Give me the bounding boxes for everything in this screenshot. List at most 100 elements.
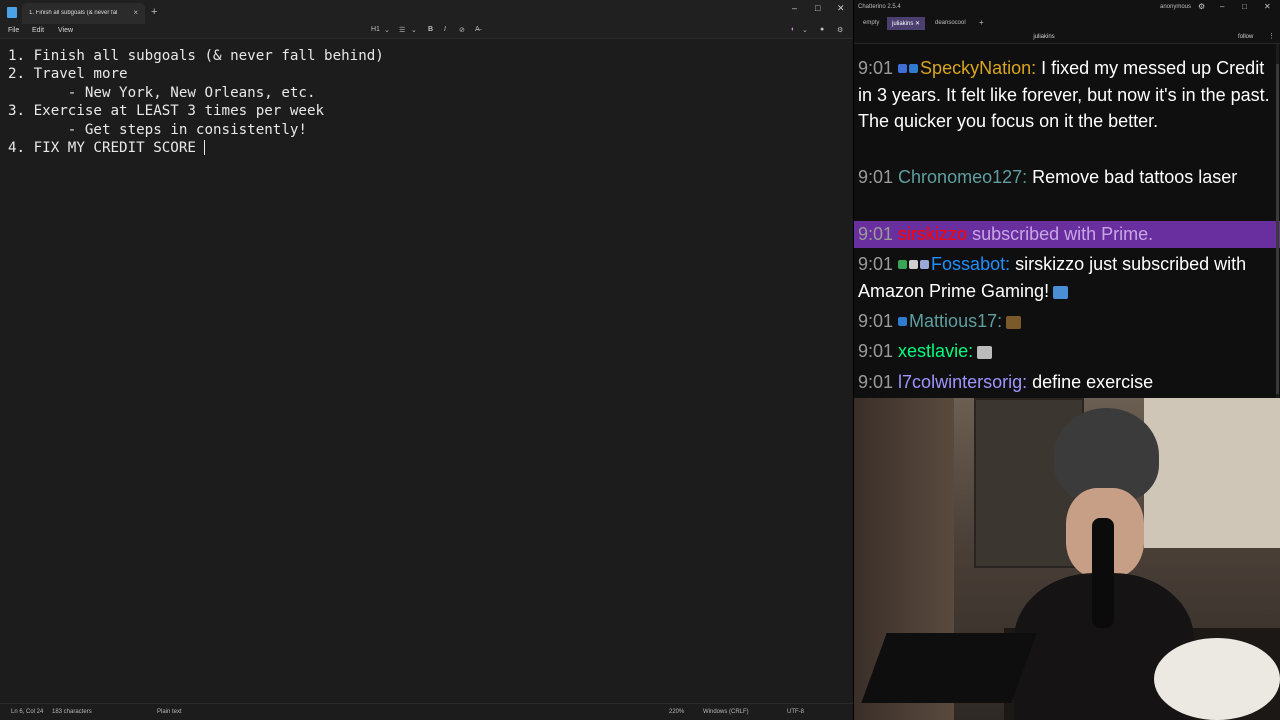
account-icon[interactable]: ●	[820, 26, 824, 33]
minimize-button[interactable]: –	[792, 3, 797, 13]
channel-name: juliakins	[1033, 34, 1055, 40]
list-icon[interactable]: ☰	[399, 26, 405, 34]
message-timestamp: 9:01	[858, 224, 894, 244]
zoom-level[interactable]: 220%	[669, 709, 684, 715]
chat-message: 9:01 Chronomeo127: Remove bad tattoos las…	[858, 164, 1270, 191]
message-text: subscribed with Prime.	[967, 224, 1154, 244]
cursor-position: Ln 6, Col 24	[11, 709, 44, 715]
user-badge-icon[interactable]	[898, 260, 908, 269]
bold-button[interactable]: B	[428, 26, 433, 33]
editor-line: 1. Finish all subgoals (& never fall beh…	[8, 48, 384, 64]
webcam-microphone	[1092, 518, 1114, 628]
chat-scrollbar[interactable]	[1276, 44, 1279, 398]
clear-formatting-icon[interactable]: A̶	[475, 26, 480, 33]
more-options-icon[interactable]: ⋮	[1268, 32, 1275, 40]
maximize-button[interactable]: □	[815, 3, 820, 13]
gear-icon[interactable]: ⚙	[1198, 2, 1205, 11]
chevron-down-icon[interactable]: ⌄	[411, 26, 417, 34]
chat-app-title: Chatterino 2.5.4	[858, 4, 901, 10]
maximize-button[interactable]: □	[1242, 2, 1247, 11]
copilot-icon[interactable]: ◐	[791, 26, 795, 33]
message-timestamp: 9:01	[858, 58, 894, 78]
message-username[interactable]: l7colwintersorig:	[898, 372, 1027, 392]
close-button[interactable]: ✕	[837, 3, 845, 14]
notepad-statusbar: Ln 6, Col 24 183 characters Plain text 2…	[0, 703, 853, 720]
chat-account[interactable]: anonymous	[1160, 4, 1191, 10]
editor-line-current: 4. FIX MY CREDIT SCORE	[8, 139, 384, 157]
user-badge-icon[interactable]	[898, 317, 908, 326]
format-indicator[interactable]: Plain text	[157, 709, 182, 715]
message-text: Remove bad tattoos laser	[1027, 167, 1238, 187]
chat-message: 9:01 l7colwintersorig: define exercise	[858, 369, 1270, 396]
webcam-keyboard	[861, 633, 1037, 703]
heading-button[interactable]: H1	[371, 26, 380, 33]
chevron-down-icon[interactable]: ⌄	[802, 26, 808, 34]
text-caret	[204, 140, 206, 156]
follow-button[interactable]: follow	[1238, 34, 1253, 40]
add-tab-button[interactable]: +	[974, 17, 989, 30]
message-timestamp: 9:01	[858, 311, 894, 331]
webcam-cabinet	[1144, 398, 1280, 548]
notepad-menubar: File Edit View H1 ⌄ ☰ ⌄ B I ⊘ A̶ ◐ ⌄ ● ⚙	[0, 24, 853, 39]
notepad-tab[interactable]: 1. Finish all subgoals (& never fal ×	[22, 3, 145, 24]
minimize-button[interactable]: –	[1220, 2, 1224, 11]
chat-header: juliakins follow ⋮	[854, 30, 1280, 44]
message-timestamp: 9:01	[858, 254, 894, 274]
editor-line: - New York, New Orleans, etc.	[8, 84, 316, 101]
chat-message: 9:01 SpeckyNation: I fixed my messed up C…	[858, 55, 1270, 135]
chevron-down-icon[interactable]: ⌄	[384, 26, 390, 34]
message-username[interactable]: xestlavie:	[898, 341, 973, 361]
chat-sub-notice: 9:01 sirskizzo subscribed with Prime.	[854, 221, 1280, 248]
scroll-thumb[interactable]	[1276, 64, 1279, 394]
new-tab-button[interactable]: +	[151, 6, 157, 18]
close-tab-icon[interactable]: ×	[133, 8, 138, 17]
notepad-window: 1. Finish all subgoals (& never fal × + …	[0, 0, 853, 720]
link-icon[interactable]: ⊘	[459, 26, 465, 34]
tab-empty[interactable]: empty	[858, 17, 884, 30]
message-username[interactable]: Mattious17:	[909, 311, 1002, 331]
italic-button[interactable]: I	[444, 26, 446, 33]
message-username[interactable]: SpeckyNation:	[920, 58, 1036, 78]
editor-line: 3. Exercise at LEAST 3 times per week	[8, 103, 325, 120]
chat-message: 9:01 Fossabot: sirskizzo just subscribed …	[858, 251, 1270, 304]
emote-icon[interactable]	[1053, 285, 1069, 299]
user-badge-icon[interactable]	[898, 64, 908, 73]
close-button[interactable]: ✕	[1264, 2, 1271, 11]
message-username[interactable]: Fossabot:	[931, 254, 1010, 274]
notepad-titlebar: 1. Finish all subgoals (& never fal × + …	[0, 0, 853, 24]
user-badge-icon[interactable]	[909, 260, 919, 269]
message-timestamp: 9:01	[858, 372, 894, 392]
tab-juliakins[interactable]: juliakins ✕	[887, 17, 926, 30]
message-timestamp: 9:01	[858, 167, 894, 187]
notepad-tab-label: 1. Finish all subgoals (& never fal	[29, 10, 118, 16]
chat-tabbar: empty juliakins ✕ deansocool +	[854, 16, 1280, 30]
message-text: define exercise	[1027, 372, 1154, 392]
emote-icon[interactable]	[977, 346, 993, 359]
character-count: 183 characters	[52, 709, 92, 715]
editor-line: 4. FIX MY CREDIT SCORE	[8, 140, 205, 157]
notepad-app-icon	[7, 7, 17, 18]
chat-titlebar: Chatterino 2.5.4 anonymous ⚙ – □ ✕	[854, 0, 1280, 16]
message-username[interactable]: Chronomeo127:	[898, 167, 1027, 187]
line-endings[interactable]: Windows (CRLF)	[703, 709, 749, 715]
chat-message: 9:01 Mattious17:	[858, 308, 1270, 335]
webcam-plush	[1154, 638, 1280, 720]
webcam-feed	[854, 398, 1280, 720]
editor-line: 2. Travel more	[8, 66, 128, 83]
user-badge-icon[interactable]	[920, 260, 930, 269]
editor-text[interactable]: 1. Finish all subgoals (& never fall beh…	[8, 47, 384, 157]
encoding[interactable]: UTF-8	[787, 709, 804, 715]
emote-icon[interactable]	[1006, 316, 1022, 329]
tab-deansocool[interactable]: deansocool	[930, 17, 971, 30]
message-timestamp: 9:01	[858, 341, 894, 361]
menu-edit[interactable]: Edit	[32, 27, 44, 34]
editor-line: - Get steps in consistently!	[8, 121, 307, 138]
editor-area[interactable]: 1. Finish all subgoals (& never fall beh…	[0, 40, 853, 703]
gear-icon[interactable]: ⚙	[837, 26, 843, 34]
menu-file[interactable]: File	[8, 27, 19, 34]
user-badge-icon[interactable]	[909, 64, 919, 73]
chat-message: 9:01 xestlavie:	[858, 338, 1270, 365]
message-username[interactable]: sirskizzo	[898, 224, 967, 244]
menu-view[interactable]: View	[58, 27, 73, 34]
chat-message-list[interactable]: 9:01 SpeckyNation: I fixed my messed up C…	[854, 44, 1280, 398]
